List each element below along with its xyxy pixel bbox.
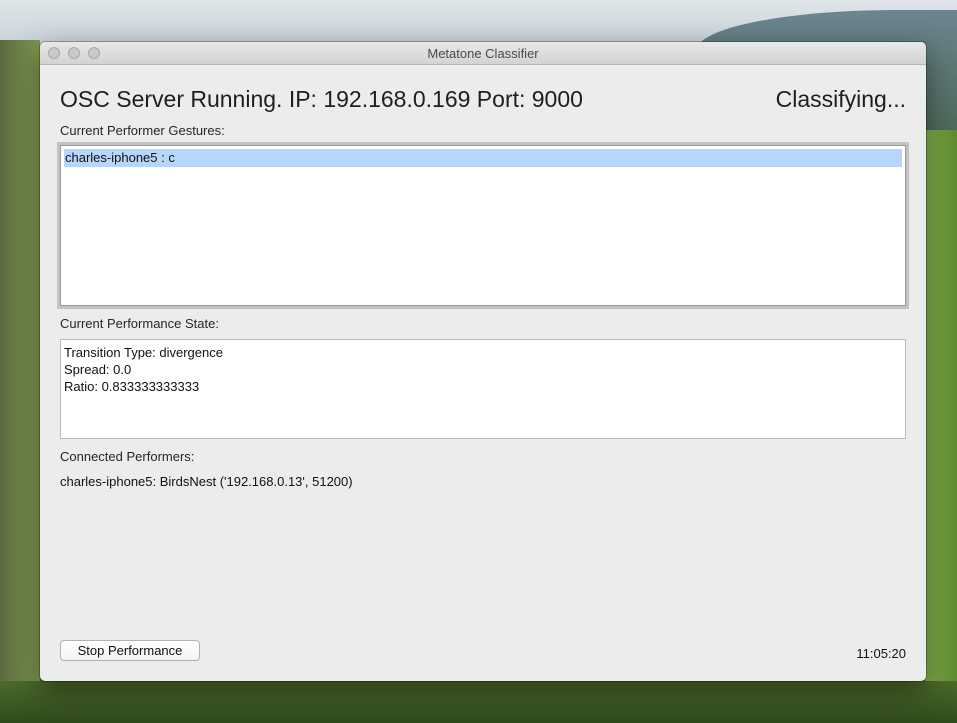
title-bar[interactable]: Metatone Classifier <box>40 42 926 65</box>
clock: 11:05:20 <box>856 646 906 661</box>
gestures-list[interactable]: charles-iphone5 : c <box>60 145 906 306</box>
connected-performer-entry: charles-iphone5: BirdsNest ('192.168.0.1… <box>60 474 353 489</box>
desktop-trees-left <box>0 40 40 723</box>
connected-performers-label: Connected Performers: <box>60 449 195 464</box>
performance-state-label: Current Performance State: <box>60 316 219 331</box>
desktop-ground <box>0 681 957 723</box>
app-window: Metatone Classifier OSC Server Running. … <box>40 42 926 681</box>
classifier-status: Classifying... <box>775 86 906 112</box>
state-spread: Spread: 0.0 <box>64 362 132 377</box>
desktop-trees-right <box>925 130 957 723</box>
gestures-label: Current Performer Gestures: <box>60 123 225 138</box>
gesture-list-item[interactable]: charles-iphone5 : c <box>64 149 902 167</box>
state-transition-type: Transition Type: divergence <box>64 345 223 360</box>
server-status: OSC Server Running. IP: 192.168.0.169 Po… <box>60 86 583 112</box>
performance-state-text[interactable]: Transition Type: divergence Spread: 0.0 … <box>60 339 906 439</box>
state-ratio: Ratio: 0.833333333333 <box>64 379 200 394</box>
stop-performance-button[interactable]: Stop Performance <box>60 640 200 661</box>
window-title: Metatone Classifier <box>427 46 539 61</box>
